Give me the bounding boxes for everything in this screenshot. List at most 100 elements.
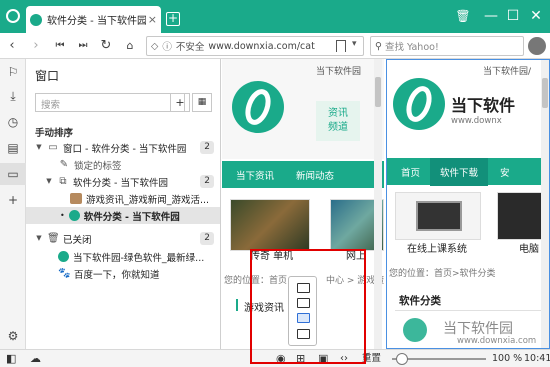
brand-name: 当下软件 bbox=[451, 96, 516, 115]
scrollbar[interactable] bbox=[374, 59, 382, 349]
nav-link[interactable]: 安 bbox=[500, 165, 510, 179]
breadcrumb: 您的位置：首页>软件分类 bbox=[389, 269, 496, 279]
tree-row-pinned[interactable]: ✎ 锁定的标签 bbox=[26, 156, 220, 173]
bookmark-icon[interactable] bbox=[336, 40, 346, 52]
site-logo[interactable] bbox=[232, 81, 284, 133]
tab-bar: 软件分类 - 当下软件园 × + 🗑 — ☐ ✕ bbox=[0, 0, 550, 33]
url-dropdown-icon[interactable]: ▾ bbox=[352, 39, 357, 49]
page-nav-bar: 当下资讯 新闻动态 bbox=[222, 161, 384, 188]
channel-badge[interactable]: 资讯 频道 bbox=[316, 101, 360, 141]
new-window-button[interactable]: + bbox=[170, 93, 190, 112]
thumb-label[interactable]: 在线上课系统 bbox=[407, 240, 467, 255]
game-favicon-icon bbox=[70, 193, 82, 204]
active-dot-icon: • bbox=[60, 211, 65, 220]
sort-order-label[interactable]: 手动排序 bbox=[35, 125, 73, 139]
baidu-paw-icon: 🐾 bbox=[58, 268, 71, 279]
tab-stack-icon: ⧉ bbox=[59, 176, 67, 187]
info-icon[interactable]: ⓘ bbox=[162, 39, 172, 53]
scrollbar-thumb[interactable] bbox=[542, 78, 548, 108]
panel-search-input[interactable]: 搜索 bbox=[35, 93, 185, 112]
window-icon: ▭ bbox=[48, 142, 58, 153]
tree-row-tab-selected[interactable]: • 软件分类 - 当下软件园 bbox=[26, 207, 220, 224]
scrollbar-thumb[interactable] bbox=[375, 77, 381, 107]
url-field[interactable]: ◇ ⓘ 不安全 www.downxia.com/cat bbox=[146, 36, 364, 56]
add-web-panel-icon[interactable]: + bbox=[6, 193, 20, 207]
shield-icon: ◇ bbox=[151, 40, 159, 52]
page-view-right[interactable]: 当下软件园/ 当下软件 www.downx 首页 软件下载 安 在线上课系统 电… bbox=[386, 59, 550, 349]
minimize-button[interactable]: — bbox=[482, 6, 500, 26]
rewind-icon[interactable]: ⏮ bbox=[52, 37, 68, 55]
nav-link[interactable]: 当下资讯 bbox=[236, 168, 274, 182]
zoom-slider-thumb[interactable] bbox=[396, 353, 408, 365]
section-title: 软件分类 bbox=[399, 295, 441, 307]
panel-toggle-icon[interactable]: ◧ bbox=[6, 352, 16, 366]
tree-row-closed-tab[interactable]: 🐾 百度一下，你就知道 bbox=[26, 265, 220, 282]
new-tab-button[interactable]: + bbox=[166, 12, 180, 26]
tree-row-closed-tab[interactable]: 当下软件园-绿色软件_最新绿... bbox=[26, 248, 220, 265]
notes-icon[interactable]: ▤ bbox=[6, 141, 20, 155]
nav-link-active[interactable]: 软件下载 bbox=[430, 157, 489, 186]
search-icon: ⚲ bbox=[375, 40, 382, 52]
address-bar-row: ‹ › ⏮ ⏭ ↻ ⌂ ◇ ⓘ 不安全 www.downxia.com/cat … bbox=[0, 33, 550, 59]
tab-title: 软件分类 - 当下软件园 bbox=[47, 16, 146, 27]
search-placeholder: 查找 Yahoo! bbox=[384, 42, 439, 53]
tab-count-badge: 2 bbox=[200, 175, 214, 188]
back-icon[interactable]: ‹ bbox=[4, 37, 20, 55]
tree-row-closed[interactable]: ▼ 🗑 已关闭 2 bbox=[26, 230, 220, 247]
nav-link[interactable]: 首页 bbox=[401, 165, 420, 179]
section-marker bbox=[236, 299, 238, 311]
collapse-arrow-icon[interactable]: ▼ bbox=[35, 142, 43, 153]
downloads-icon[interactable]: ⤓ bbox=[6, 89, 20, 103]
tab-count-badge: 2 bbox=[200, 141, 214, 154]
scrollbar[interactable] bbox=[541, 60, 549, 348]
nav-link[interactable]: 新闻动态 bbox=[296, 168, 334, 182]
tree-row-window[interactable]: ▼ ▭ 窗口 - 软件分类 - 当下软件园 2 bbox=[26, 139, 220, 156]
vivaldi-menu-icon[interactable] bbox=[6, 9, 20, 23]
fast-forward-icon[interactable]: ⏭ bbox=[75, 37, 91, 55]
collapse-arrow-icon[interactable]: ▼ bbox=[35, 233, 43, 244]
site-favicon-icon bbox=[68, 210, 80, 221]
panel-title: 窗口 bbox=[35, 69, 60, 83]
clock-time: 10:41 bbox=[524, 353, 550, 364]
watermark-logo bbox=[403, 318, 427, 342]
thumb-label[interactable]: 电脑 bbox=[519, 240, 539, 255]
url-text: www.downxia.com/cat bbox=[208, 40, 315, 52]
close-window-button[interactable]: ✕ bbox=[527, 6, 545, 26]
tab-close-icon[interactable]: × bbox=[148, 13, 157, 26]
history-icon[interactable]: ◷ bbox=[6, 115, 20, 129]
site-name-text[interactable]: 当下软件园/ bbox=[483, 64, 531, 77]
trash-icon: 🗑 bbox=[47, 233, 60, 244]
tree-row-tab-stack[interactable]: ▼ ⧉ 软件分类 - 当下软件园 2 bbox=[26, 173, 220, 190]
site-favicon-icon bbox=[30, 13, 42, 26]
reload-icon[interactable]: ↻ bbox=[98, 37, 114, 55]
window-panel-icon[interactable]: ▭ bbox=[6, 167, 20, 181]
pin-icon: ✎ bbox=[59, 159, 69, 170]
search-field[interactable]: ⚲ 查找 Yahoo! bbox=[370, 36, 524, 56]
profile-avatar[interactable] bbox=[528, 37, 546, 55]
window-panel: 窗口 搜索 + ▦ 手动排序 ▼ ▭ 窗口 - 软件分类 - 当下软件园 2 ✎… bbox=[26, 59, 221, 349]
panel-options-icon[interactable]: ▦ bbox=[192, 93, 212, 112]
brand-domain: www.downx bbox=[451, 116, 502, 126]
page-nav-bar: 首页 软件下载 安 bbox=[387, 157, 549, 186]
trash-icon[interactable]: 🗑 bbox=[454, 6, 472, 26]
divider bbox=[395, 310, 545, 311]
home-icon[interactable]: ⌂ bbox=[122, 37, 138, 55]
collapse-arrow-icon[interactable]: ▼ bbox=[45, 176, 53, 187]
side-panel-strip: ⚐ ⤓ ◷ ▤ ▭ + ⚙ bbox=[0, 59, 26, 349]
game-thumbnail[interactable] bbox=[230, 199, 310, 251]
tree-row-tab[interactable]: 游戏资讯_游戏新闻_游戏活... bbox=[26, 190, 220, 207]
zoom-level[interactable]: 100 % bbox=[492, 352, 522, 366]
site-logo[interactable] bbox=[393, 78, 445, 130]
tab-active[interactable]: 软件分类 - 当下软件园 × bbox=[26, 6, 161, 33]
watermark-url: www.downxia.com bbox=[457, 336, 537, 346]
maximize-button[interactable]: ☐ bbox=[504, 6, 522, 26]
bookmarks-icon[interactable]: ⚐ bbox=[6, 65, 20, 79]
site-name-text[interactable]: 当下软件园 bbox=[316, 64, 361, 77]
watermark-text: 当下软件园 bbox=[443, 321, 513, 337]
tab-count-badge: 2 bbox=[200, 232, 214, 245]
settings-gear-icon[interactable]: ⚙ bbox=[6, 329, 20, 343]
highlight-box bbox=[250, 249, 366, 364]
cloud-sync-icon[interactable]: ☁ bbox=[30, 352, 41, 366]
software-thumbnail[interactable] bbox=[395, 192, 481, 240]
forward-icon[interactable]: › bbox=[28, 37, 44, 55]
